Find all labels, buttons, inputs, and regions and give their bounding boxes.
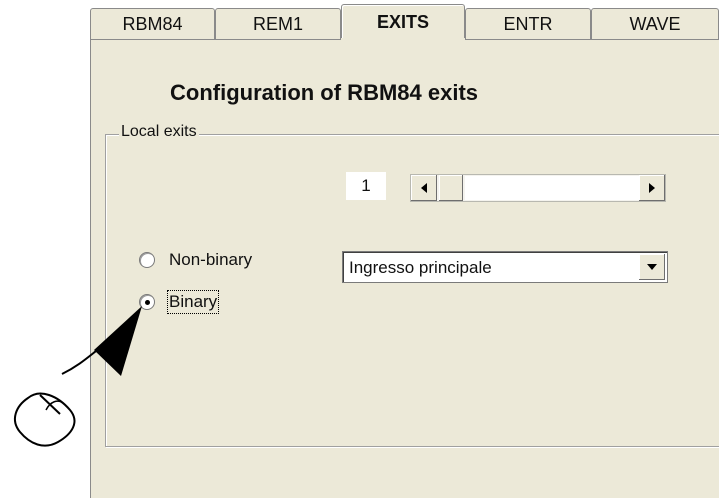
exit-scrollbar[interactable] <box>410 174 666 202</box>
page-title: Configuration of RBM84 exits <box>170 80 479 105</box>
scroll-track[interactable] <box>465 176 639 200</box>
scroll-left-button[interactable] <box>411 175 437 201</box>
radio-label: Binary <box>166 290 220 314</box>
tab-rbm84[interactable]: RBM84 <box>90 8 215 40</box>
chevron-down-icon <box>646 263 657 270</box>
right-arrow-icon <box>648 182 655 193</box>
tab-exits[interactable]: EXITS <box>341 4 465 40</box>
radio-label: Non-binary <box>169 250 253 269</box>
radio-non-binary[interactable]: Non-binary <box>139 250 252 270</box>
exit-number: 1 <box>346 172 386 200</box>
tab-strip: RBM84 REM1 EXITS ENTR WAVE <box>0 0 719 40</box>
tab-entr[interactable]: ENTR <box>465 8 591 40</box>
exit-name-combo[interactable]: Ingresso principale <box>342 251 668 283</box>
left-arrow-icon <box>420 182 427 193</box>
tab-wave[interactable]: WAVE <box>591 8 719 40</box>
radio-circle <box>139 252 155 268</box>
scroll-thumb[interactable] <box>439 175 463 201</box>
radio-binary[interactable]: Binary <box>139 290 220 314</box>
scroll-right-button[interactable] <box>639 175 665 201</box>
radio-circle-selected <box>139 294 155 310</box>
combo-value: Ingresso principale <box>349 258 492 277</box>
tab-rem1[interactable]: REM1 <box>215 8 341 40</box>
group-legend: Local exits <box>119 123 199 141</box>
combo-dropdown-button[interactable] <box>639 254 665 280</box>
